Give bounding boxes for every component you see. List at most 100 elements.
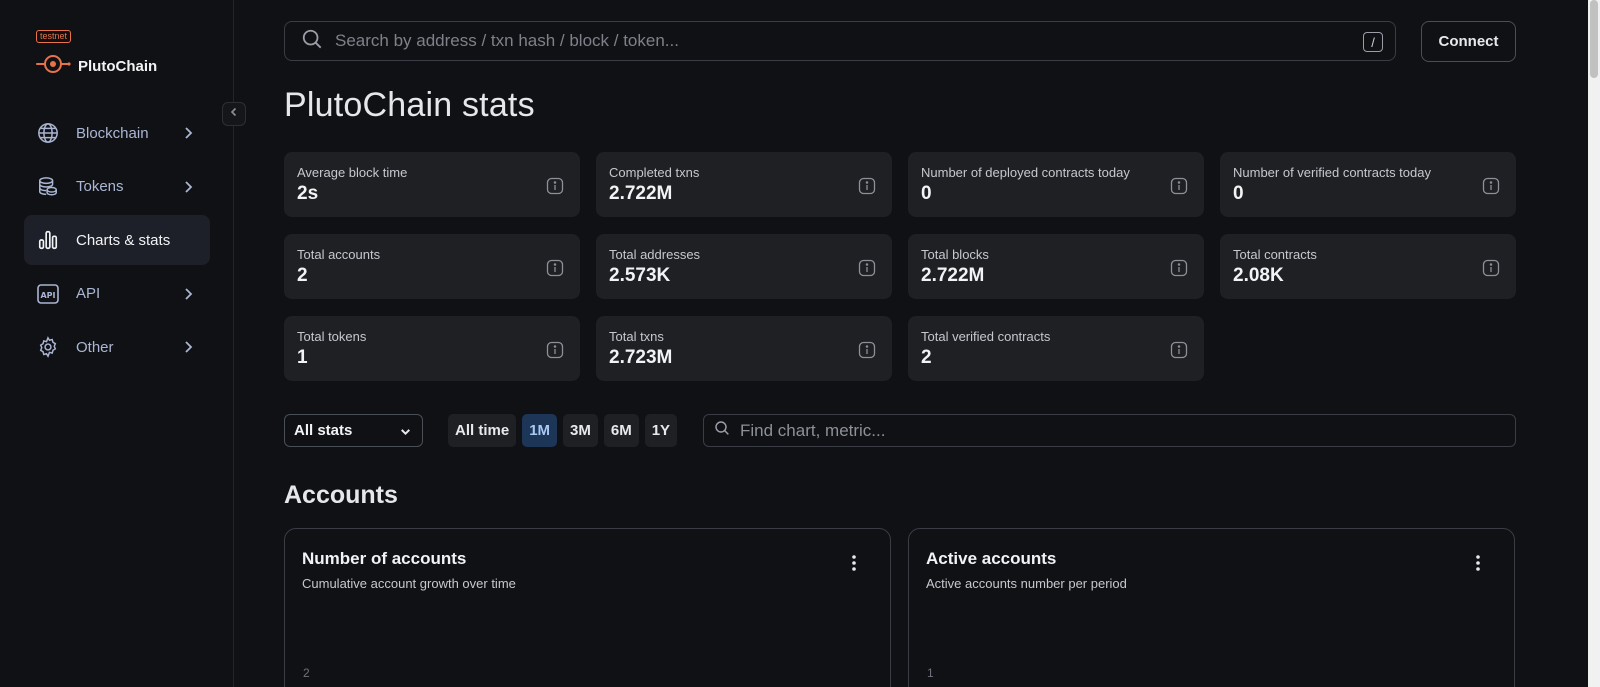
chart-subtitle: Cumulative account growth over time (302, 576, 516, 591)
sidebar-item-tokens[interactable]: Tokens (24, 162, 210, 212)
stat-label: Total contracts (1233, 247, 1317, 262)
stat-label: Total accounts (297, 247, 381, 262)
info-icon[interactable] (546, 177, 564, 195)
stat-card-total-blocks: Total blocks 2.722M (908, 234, 1204, 299)
connect-wallet-button[interactable]: Connect (1421, 21, 1516, 62)
info-icon[interactable] (858, 259, 876, 277)
info-icon[interactable] (1170, 341, 1188, 359)
stat-value: 2s (297, 183, 319, 204)
info-icon[interactable] (546, 259, 564, 277)
period-all-time[interactable]: All time (448, 414, 517, 447)
sidebar-item-charts-stats[interactable]: Charts & stats (24, 215, 210, 265)
chart-subtitle: Active accounts number per period (926, 576, 1127, 591)
stat-label: Total tokens (297, 329, 367, 344)
brand-name: PlutoChain (78, 58, 158, 75)
stat-card-total-txns: Total txns 2.723M (596, 316, 892, 381)
stat-card-total-accounts: Total accounts 2 (284, 234, 580, 299)
section-title-accounts: Accounts (284, 481, 398, 509)
sidebar-item-label: Tokens (76, 178, 124, 195)
sidebar-item-other[interactable]: Other (24, 322, 210, 372)
y-axis-tick: 1 (927, 666, 934, 680)
plutochain-logo-icon (36, 54, 74, 79)
period-1m[interactable]: 1M (522, 414, 558, 447)
period-3m[interactable]: 3M (563, 414, 598, 447)
stat-value: 2.723M (609, 347, 673, 368)
stat-value: 2.08K (1233, 265, 1284, 286)
globe-icon (36, 121, 60, 145)
stat-label: Number of verified contracts today (1233, 165, 1431, 180)
stat-card-average-block-time: Average block time 2s (284, 152, 580, 217)
info-icon[interactable] (858, 177, 876, 195)
page-title: PlutoChain stats (284, 86, 535, 124)
global-search[interactable]: / (284, 21, 1396, 61)
period-6m[interactable]: 6M (603, 414, 639, 447)
sidebar-item-api[interactable]: API API (24, 269, 210, 319)
chart-title: Number of accounts (302, 549, 467, 568)
chart-card-active-accounts: Active accounts Active accounts number p… (908, 528, 1515, 687)
stat-value: 2 (921, 347, 932, 368)
bar-chart-icon (36, 228, 60, 252)
info-icon[interactable] (546, 341, 564, 359)
sidebar-nav: Blockchain Tokens Charts & stats API API… (24, 108, 210, 376)
stats-section-select[interactable]: All stats (284, 414, 423, 447)
testnet-badge: testnet (36, 30, 72, 43)
stat-card-deployed-contracts-today: Number of deployed contracts today 0 (908, 152, 1204, 217)
chevron-right-icon (180, 339, 196, 360)
chevron-right-icon (180, 125, 196, 146)
sidebar-item-label: API (76, 285, 101, 302)
stat-label: Completed txns (609, 165, 700, 180)
info-icon[interactable] (1170, 177, 1188, 195)
chart-card-number-of-accounts: Number of accounts Cumulative account gr… (284, 528, 891, 687)
info-icon[interactable] (1170, 259, 1188, 277)
stat-card-total-contracts: Total contracts 2.08K (1220, 234, 1516, 299)
sidebar-item-label: Charts & stats (76, 231, 171, 249)
stat-card-verified-contracts-today: Number of verified contracts today 0 (1220, 152, 1516, 217)
stat-value: 0 (1233, 183, 1244, 204)
stat-value: 2 (297, 265, 308, 286)
search-icon (301, 28, 323, 55)
info-icon[interactable] (1482, 177, 1500, 195)
stat-card-completed-txns: Completed txns 2.722M (596, 152, 892, 217)
collapse-sidebar-button[interactable] (222, 102, 246, 126)
stat-value: 2.722M (609, 183, 673, 204)
search-input[interactable] (335, 31, 1315, 51)
chevron-down-icon (399, 425, 412, 442)
stat-label: Total blocks (921, 247, 989, 262)
api-icon: API (36, 282, 60, 306)
stat-label: Total txns (609, 329, 664, 344)
page-scrollbar[interactable] (1588, 0, 1600, 687)
gear-icon (36, 335, 60, 359)
sidebar-item-blockchain[interactable]: Blockchain (24, 108, 210, 158)
chevron-right-icon (180, 286, 196, 307)
sidebar-item-label: Other (76, 338, 114, 356)
chart-search-input[interactable] (740, 420, 1500, 441)
period-1y[interactable]: 1Y (644, 414, 678, 447)
chart-title: Active accounts (926, 549, 1057, 568)
chevron-left-icon (228, 105, 240, 123)
stat-value: 2.722M (921, 265, 985, 286)
y-axis-tick: 2 (303, 666, 310, 680)
stat-value: 1 (297, 347, 308, 368)
stat-card-total-addresses: Total addresses 2.573K (596, 234, 892, 299)
stat-label: Total addresses (609, 247, 701, 262)
stat-value: 0 (921, 183, 932, 204)
sidebar-item-label: Blockchain (76, 124, 149, 142)
stat-card-total-tokens: Total tokens 1 (284, 316, 580, 381)
chart-search[interactable] (703, 414, 1516, 447)
period-selector: All time 1M 3M 6M 1Y (448, 414, 678, 447)
chevron-right-icon (180, 179, 196, 200)
stat-label: Average block time (297, 165, 408, 180)
info-icon[interactable] (1482, 259, 1500, 277)
stat-card-total-verified-contracts: Total verified contracts 2 (908, 316, 1204, 381)
svg-text:API: API (40, 291, 55, 300)
more-options-icon[interactable] (1468, 553, 1488, 573)
coins-icon (36, 175, 60, 199)
info-icon[interactable] (858, 341, 876, 359)
sidebar: testnet PlutoChain Blockchain Tokens Cha… (0, 0, 234, 687)
search-icon (714, 420, 730, 441)
stat-value: 2.573K (609, 265, 671, 286)
scrollbar-thumb[interactable] (1590, 0, 1598, 78)
more-options-icon[interactable] (844, 553, 864, 573)
stat-label: Number of deployed contracts today (921, 165, 1130, 180)
search-shortcut-key: / (1363, 32, 1383, 52)
